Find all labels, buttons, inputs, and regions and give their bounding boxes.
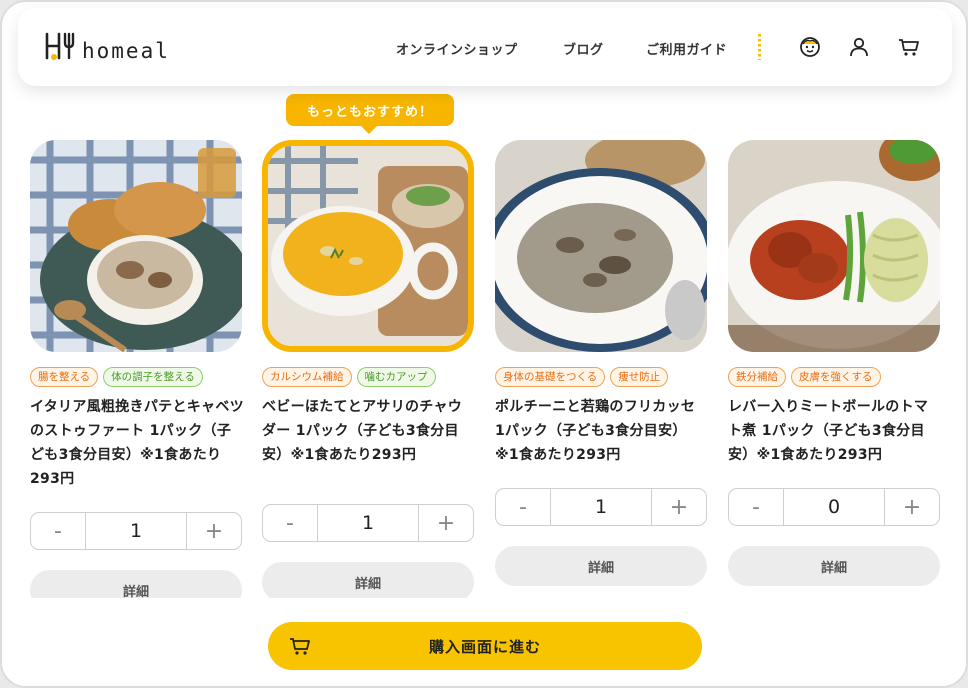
homeal-logo[interactable]: homeal [44, 30, 170, 62]
product-name: レバー入りミートボールのトマト煮 1パック（子ども3食分目安）※1食あたり293… [728, 399, 929, 463]
checkout-label: 購入画面に進む [428, 637, 541, 656]
product-name: イタリア風粗挽きパテとキャベツのストゥファート 1パック（子ども3食分目安）※1… [30, 399, 244, 487]
nav-blog[interactable]: ブログ [563, 39, 604, 58]
detail-button[interactable]: 詳細 [728, 546, 940, 586]
tag-badge: 痩せ防止 [610, 367, 669, 387]
quantity-value[interactable]: 1 [550, 489, 652, 525]
tag-badge: 腸を整える [30, 367, 99, 387]
increment-button[interactable]: + [885, 489, 939, 525]
quantity-stepper: - 0 + [728, 488, 940, 526]
cart-icon [290, 638, 310, 655]
product-image[interactable] [30, 140, 242, 352]
site-header: homeal オンラインショップ ブログ ご利用ガイド [18, 8, 952, 86]
detail-button[interactable]: 詳細 [262, 562, 474, 602]
decrement-button[interactable]: - [496, 489, 550, 525]
quantity-stepper: - 1 + [262, 504, 474, 542]
product-card: 鉄分補給 皮膚を強くする レバー入りミートボールのトマト煮 1パック（子ども3食… [728, 140, 942, 586]
product-photo-meatball [728, 140, 940, 352]
product-photo-stew [30, 140, 242, 352]
decrement-button[interactable]: - [729, 489, 783, 525]
increment-button[interactable]: + [419, 505, 473, 541]
logo-fork-house-icon [45, 32, 75, 60]
quantity-value[interactable]: 1 [317, 505, 419, 541]
product-card: 腸を整える 体の調子を整える イタリア風粗挽きパテとキャベツのストゥファート 1… [30, 140, 244, 610]
decrement-button[interactable]: - [31, 513, 85, 549]
detail-button[interactable]: 詳細 [495, 546, 707, 586]
smiley-face-icon[interactable] [798, 35, 822, 59]
product-image[interactable] [495, 140, 707, 352]
checkout-button[interactable]: 購入画面に進む [268, 622, 702, 670]
user-icon[interactable] [847, 35, 871, 59]
quantity-stepper: - 1 + [30, 512, 242, 550]
product-card-featured: カルシウム補給 噛むカアップ ベビーほたてとアサリのチャウダー 1パック（子ども… [262, 140, 476, 602]
product-tags: 鉄分補給 皮膚を強くする [728, 367, 942, 387]
nav-guide[interactable]: ご利用ガイド [646, 39, 727, 58]
logo-wordmark: homeal [82, 39, 170, 63]
product-tags: 身体の基礎をつくる 痩せ防止 [495, 367, 709, 387]
product-name: ポルチーニと若鶏のフリカッセ 1パック（子ども3食分目安）※1食あたり293円 [495, 399, 696, 463]
tag-badge: 体の調子を整える [103, 367, 203, 387]
quantity-value[interactable]: 1 [85, 513, 187, 549]
increment-button[interactable]: + [652, 489, 706, 525]
product-photo-fricassee [495, 140, 707, 352]
quantity-stepper: - 1 + [495, 488, 707, 526]
product-name: ベビーほたてとアサリのチャウダー 1パック（子ども3食分目安）※1食あたり293… [262, 399, 463, 463]
tag-badge: 皮膚を強くする [791, 367, 881, 387]
product-photo-chowder [268, 146, 468, 346]
product-image[interactable] [262, 140, 474, 352]
increment-button[interactable]: + [187, 513, 241, 549]
quantity-value[interactable]: 0 [783, 489, 885, 525]
product-card: 身体の基礎をつくる 痩せ防止 ポルチーニと若鶏のフリカッセ 1パック（子ども3食… [495, 140, 709, 586]
app-frame: homeal オンラインショップ ブログ ご利用ガイド もっともおすすめ！ 腸を… [0, 0, 968, 688]
product-image[interactable] [728, 140, 940, 352]
recommended-callout: もっともおすすめ！ [286, 94, 454, 134]
product-tags: カルシウム補給 噛むカアップ [262, 367, 476, 387]
nav-divider [758, 34, 761, 60]
product-tags: 腸を整える 体の調子を整える [30, 367, 244, 387]
nav-online-shop[interactable]: オンラインショップ [396, 39, 518, 58]
tag-badge: カルシウム補給 [262, 367, 352, 387]
cart-icon[interactable] [897, 35, 921, 59]
checkout-footer: 購入画面に進む [2, 598, 966, 686]
tag-badge: 身体の基礎をつくる [495, 367, 606, 387]
tag-badge: 噛むカアップ [356, 367, 436, 387]
decrement-button[interactable]: - [263, 505, 317, 541]
tag-badge: 鉄分補給 [728, 367, 786, 387]
